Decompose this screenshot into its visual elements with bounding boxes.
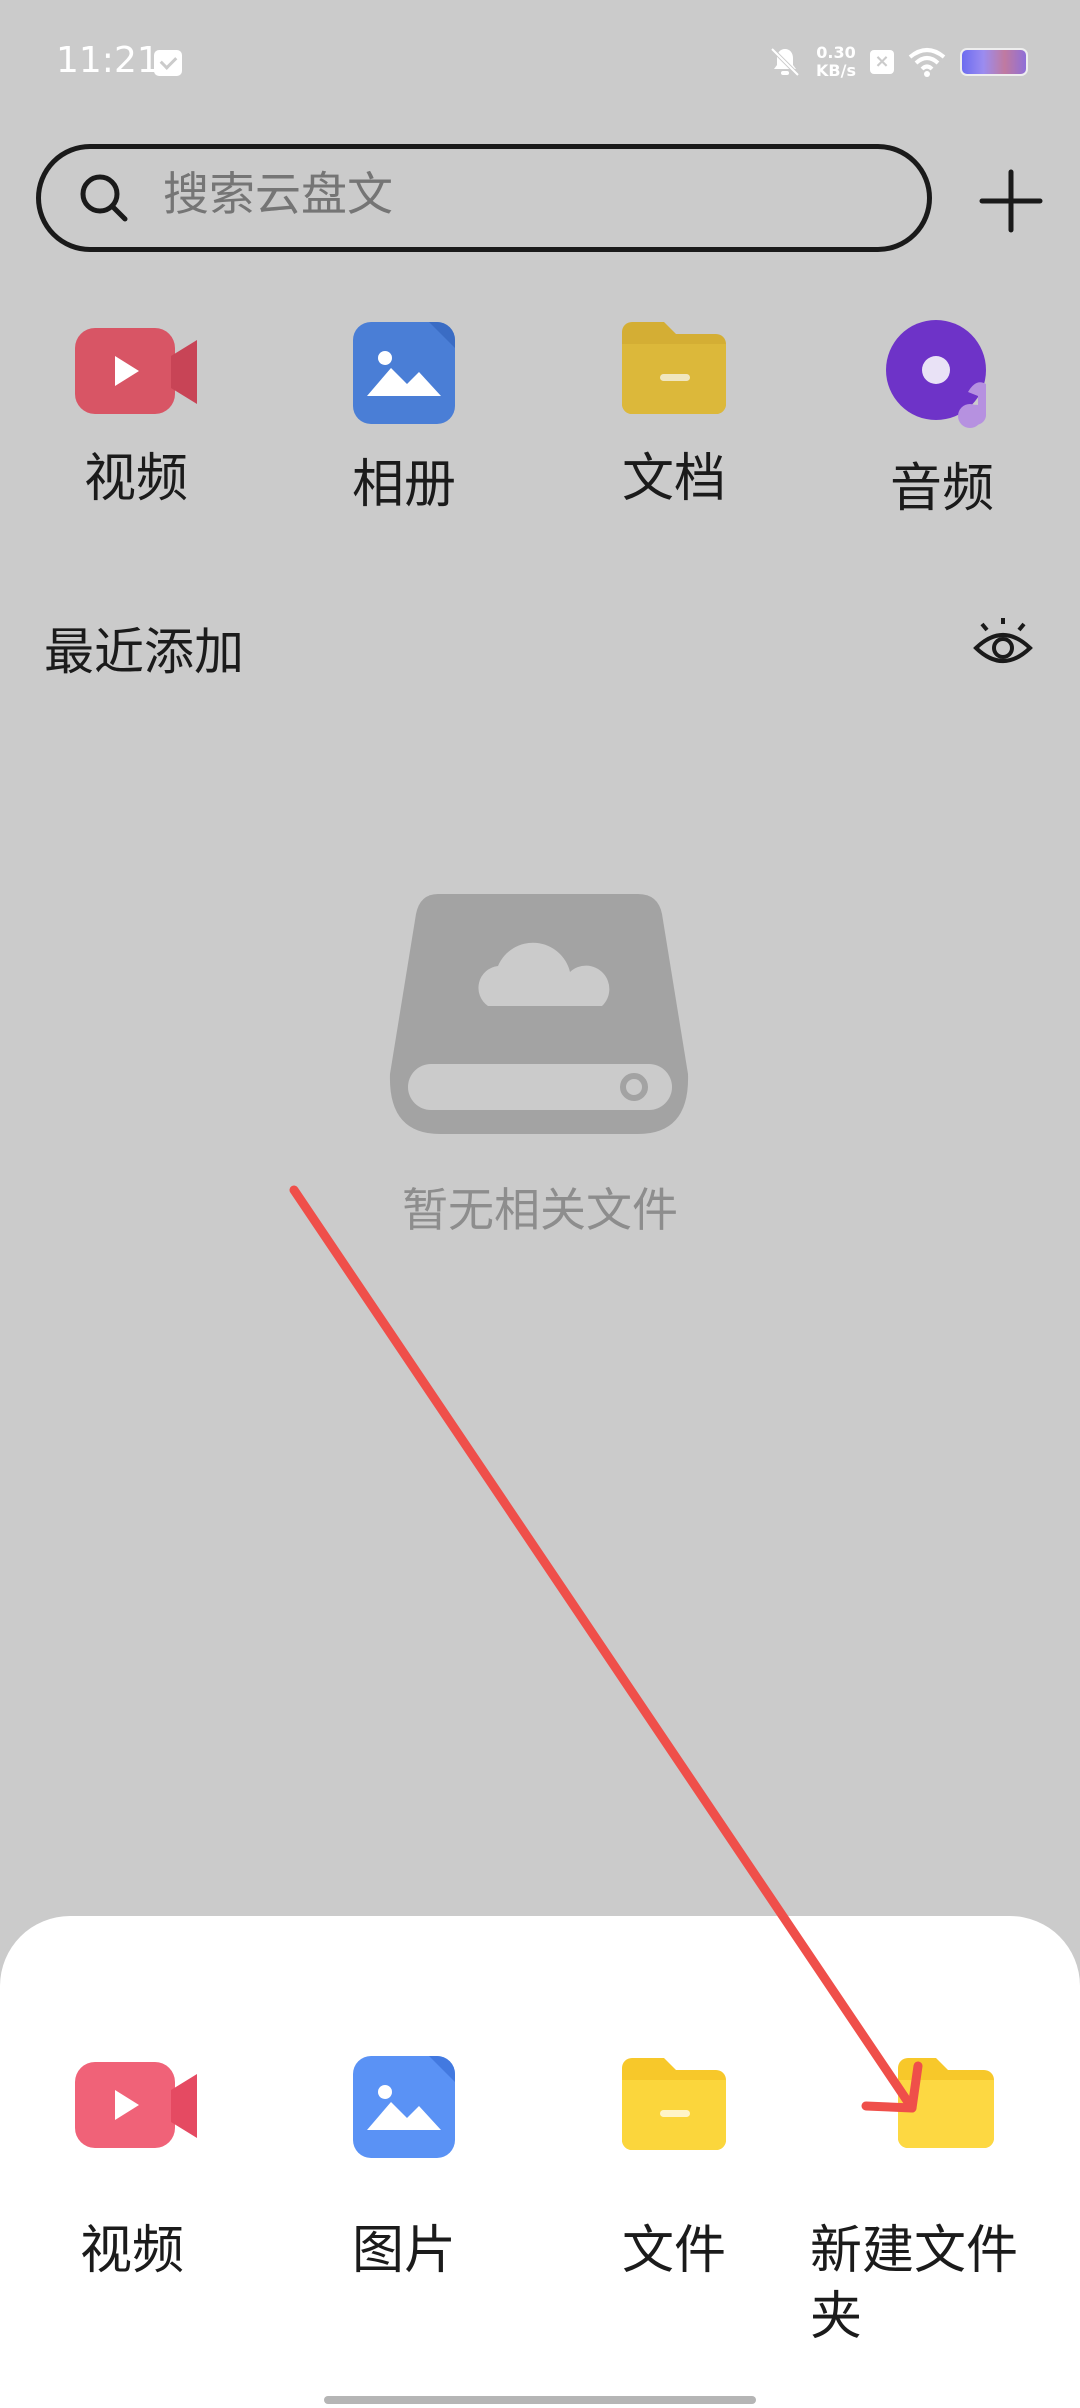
category-document[interactable]: 文档 [574, 318, 774, 511]
video-icon [75, 328, 197, 414]
image-icon [353, 2056, 455, 2158]
category-video[interactable]: 视频 [36, 318, 236, 511]
sim-x-icon: × [870, 50, 894, 74]
sheet-item-image[interactable] [304, 2054, 504, 2160]
status-bar: 11:21 0.30 KB/s × [0, 0, 1080, 125]
new-folder-icon [898, 2058, 994, 2148]
eye-icon[interactable] [972, 618, 1034, 674]
sheet-item-new-folder[interactable] [846, 2054, 1046, 2150]
status-right-group: 0.30 KB/s × [768, 40, 1028, 84]
recent-title: 最近添加 [44, 623, 244, 681]
wifi-icon [908, 48, 946, 77]
sheet-label-video: 视频 [80, 2221, 185, 2281]
status-time: 11:21 [56, 40, 160, 81]
message-notification-icon [154, 50, 182, 76]
search-icon [80, 174, 128, 222]
sheet-label-new-folder-line2: 夹 [810, 2287, 863, 2347]
cloud-drive-icon [389, 894, 689, 1134]
net-speed-value: 0.30 [816, 43, 856, 62]
sheet-label-image: 图片 [352, 2221, 457, 2281]
file-folder-icon [622, 2058, 726, 2150]
album-icon [353, 322, 455, 424]
sheet-item-video[interactable] [36, 2054, 236, 2154]
search-input[interactable] [163, 167, 863, 221]
net-speed: 0.30 KB/s [816, 44, 856, 80]
category-label: 视频 [83, 449, 188, 509]
sheet-label-file: 文件 [622, 2221, 727, 2281]
sheet-item-file[interactable] [574, 2054, 774, 2154]
empty-state-text: 暂无相关文件 [402, 1183, 678, 1237]
document-folder-icon [622, 322, 726, 414]
category-label: 相册 [351, 455, 456, 515]
add-icon[interactable] [978, 168, 1044, 234]
sheet-label-new-folder-line1: 新建文件 [810, 2221, 1019, 2281]
battery-icon [960, 48, 1028, 76]
net-speed-unit: KB/s [816, 61, 856, 80]
category-label: 音频 [889, 459, 994, 519]
category-album[interactable]: 相册 [304, 318, 504, 517]
home-indicator[interactable] [324, 2396, 756, 2404]
category-label: 文档 [621, 449, 726, 509]
audio-icon [886, 320, 987, 428]
sheet-label-new-folder: 新建文件 夹 [810, 2218, 1018, 2350]
category-audio[interactable]: 音频 [842, 318, 1042, 521]
video-icon [75, 2062, 197, 2148]
search-bar[interactable] [36, 144, 932, 252]
bell-muted-icon [770, 47, 800, 77]
